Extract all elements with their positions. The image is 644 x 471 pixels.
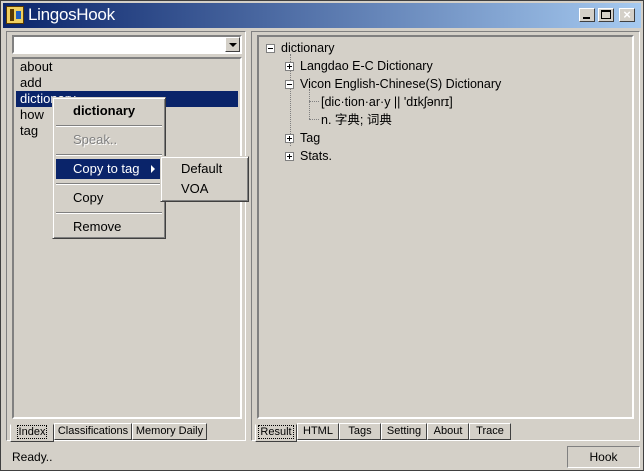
menu-item-title[interactable]: dictionary — [56, 101, 162, 121]
menu-separator — [56, 125, 162, 127]
tree-node-definition[interactable]: n. 字典; 词典 — [321, 111, 392, 129]
collapse-icon[interactable] — [266, 44, 275, 53]
status-bar: Ready.. Hook — [4, 445, 640, 469]
copy-to-tag-submenu: Default VOA — [160, 156, 249, 202]
search-combobox[interactable] — [12, 35, 242, 54]
tree-line — [309, 101, 319, 102]
menu-separator — [56, 212, 162, 214]
tab-html[interactable]: HTML — [297, 423, 339, 440]
minimize-icon — [583, 17, 590, 19]
tree-node-langdao[interactable]: Langdao E-C Dictionary — [300, 57, 433, 75]
collapse-icon[interactable] — [285, 80, 294, 89]
tab-trace[interactable]: Trace — [469, 423, 511, 440]
menu-item-remove[interactable]: Remove — [56, 217, 162, 237]
submenu-arrow-icon — [151, 165, 155, 173]
submenu-item-default[interactable]: Default — [164, 159, 245, 179]
menu-separator — [56, 154, 162, 156]
tree-node-stats[interactable]: Stats. — [300, 147, 332, 165]
tab-tags[interactable]: Tags — [339, 423, 381, 440]
tree-node-tag[interactable]: Tag — [300, 129, 320, 147]
menu-separator — [56, 183, 162, 185]
status-text: Ready.. — [12, 450, 53, 464]
app-window: LingosHook × about add dictionary how ta… — [0, 0, 644, 471]
menu-item-copy-to-tag[interactable]: Copy to tag — [56, 159, 162, 179]
tree-node-pronunciation[interactable]: [dic·tion·ar·y || 'dɪkʃənrɪ] — [321, 93, 453, 111]
tab-index[interactable]: Index — [10, 424, 54, 442]
maximize-icon — [601, 10, 611, 19]
expand-icon[interactable] — [285, 152, 294, 161]
list-item-about[interactable]: about — [16, 59, 238, 75]
tree-line — [309, 89, 310, 119]
tree-line — [309, 119, 319, 120]
title-bar[interactable]: LingosHook × — [3, 3, 641, 28]
tab-setting[interactable]: Setting — [381, 423, 427, 440]
tab-classifications[interactable]: Classifications — [54, 423, 132, 440]
maximize-button[interactable] — [598, 8, 614, 22]
chevron-down-icon — [229, 43, 237, 47]
window-title: LingosHook — [28, 5, 115, 24]
expand-icon[interactable] — [285, 134, 294, 143]
right-panel: dictionary Langdao E-C Dictionary Vicon … — [251, 31, 640, 442]
expand-icon[interactable] — [285, 62, 294, 71]
combobox-dropdown-button[interactable] — [225, 37, 240, 52]
left-tabs: Index Classifications Memory Daily — [10, 423, 244, 442]
list-item-add[interactable]: add — [16, 75, 238, 91]
minimize-button[interactable] — [579, 8, 595, 22]
menu-item-copy[interactable]: Copy — [56, 188, 162, 208]
submenu-item-voa[interactable]: VOA — [164, 179, 245, 199]
tab-about[interactable]: About — [427, 423, 469, 440]
close-button[interactable]: × — [619, 7, 635, 22]
result-tree[interactable]: dictionary Langdao E-C Dictionary Vicon … — [257, 35, 634, 419]
tab-result[interactable]: Result — [255, 424, 297, 442]
tab-memory-daily[interactable]: Memory Daily — [132, 423, 207, 440]
close-icon: × — [623, 7, 631, 22]
hook-button[interactable]: Hook — [567, 446, 640, 468]
right-tabs: Result HTML Tags Setting About Trace — [255, 423, 638, 442]
context-menu: dictionary Speak.. Copy to tag Copy Remo… — [52, 97, 166, 239]
tree-node-vicon[interactable]: Vicon English-Chinese(S) Dictionary — [300, 75, 501, 93]
lingoshook-app-icon[interactable] — [6, 6, 24, 24]
menu-item-speak: Speak.. — [73, 132, 118, 147]
